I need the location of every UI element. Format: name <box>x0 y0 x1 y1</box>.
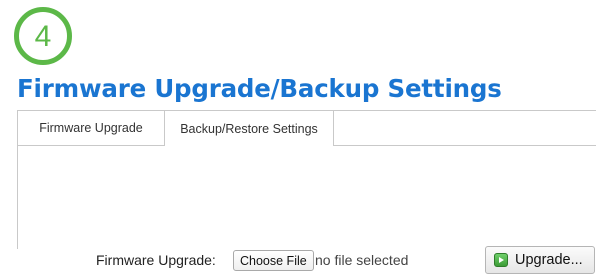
firmware-upgrade-label: Firmware Upgrade: <box>96 252 216 268</box>
file-status-text: no file selected <box>315 252 409 268</box>
settings-panel: Firmware Upgrade Backup/Restore Settings… <box>17 110 596 274</box>
upgrade-button[interactable]: Upgrade... <box>485 246 595 274</box>
tab-label: Backup/Restore Settings <box>180 121 318 136</box>
tab-backup-restore-settings[interactable]: Backup/Restore Settings <box>164 111 334 146</box>
upgrade-button-label: Upgrade... <box>515 252 583 268</box>
tab-label: Firmware Upgrade <box>39 121 143 135</box>
tab-firmware-upgrade[interactable]: Firmware Upgrade <box>18 111 164 145</box>
play-icon <box>494 253 508 267</box>
page-title: Firmware Upgrade/Backup Settings <box>17 74 502 103</box>
choose-file-button[interactable]: Choose File <box>233 250 314 271</box>
step-number: 4 <box>34 19 52 53</box>
step-number-badge: 4 <box>14 7 72 65</box>
